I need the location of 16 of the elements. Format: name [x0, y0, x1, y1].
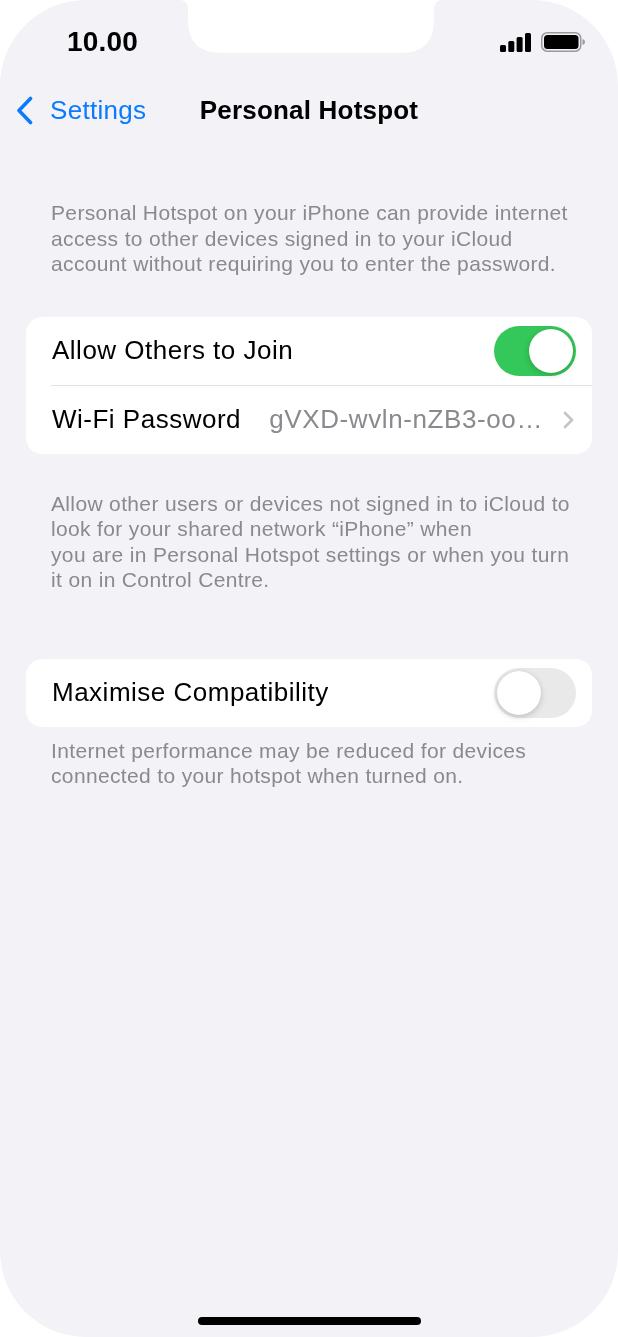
battery-icon — [541, 32, 585, 52]
signal-icon — [500, 32, 531, 52]
status-time: 10.00 — [67, 26, 139, 58]
back-button[interactable]: Settings — [0, 94, 147, 126]
toggle-switch[interactable] — [494, 325, 576, 376]
password-value[interactable]: gVXD-wvln-nZB3-oo… — [269, 404, 543, 435]
footer-note: Allow other users or devices not signed in to iCloud to look for your shared network “iPhone” when you are in Personal Hotspot settings or when you turn it on in Control Centre. — [50, 490, 571, 593]
row-label: Allow Others to Join — [52, 335, 294, 366]
chevron-left-icon — [16, 95, 33, 125]
row-label: Maximise Compatibility — [52, 677, 329, 708]
chevron-right-icon[interactable] — [563, 410, 574, 429]
row-label: Wi-Fi Password — [52, 404, 241, 435]
footer-note: Internet performance may be reduced for devices connected to your hotspot when turned on. — [50, 737, 528, 789]
page-title: Personal Hotspot — [199, 94, 419, 126]
intro-note: Personal Hotspot on your iPhone can provide internet access to other devices signed in to your iCloud account without requiring you to enter the password. — [50, 200, 569, 277]
toggle-switch[interactable] — [494, 667, 576, 718]
